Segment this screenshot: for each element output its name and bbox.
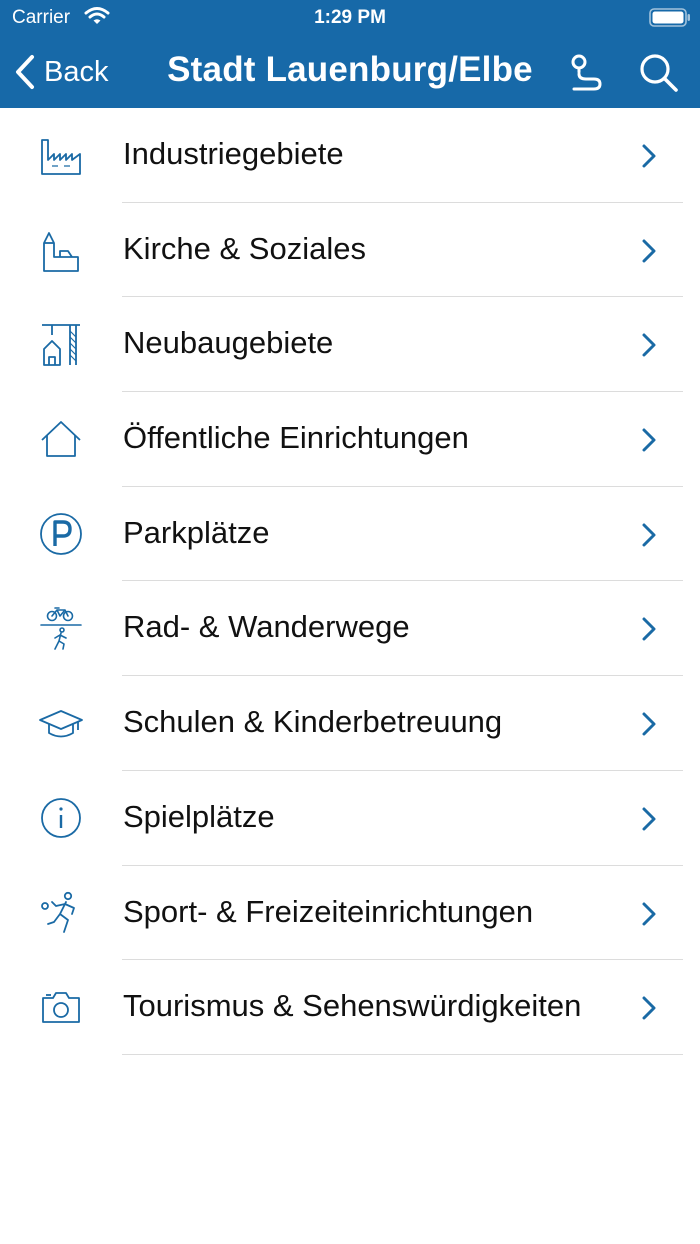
list-item-label: Tourismus & Sehenswürdigkeiten	[123, 988, 582, 1024]
list-item-neubaugebiete[interactable]: Neubaugebiete	[0, 297, 700, 393]
list-item-label: Öffentliche Einrichtungen	[123, 420, 469, 456]
list-item-label: Kirche & Soziales	[123, 230, 366, 266]
chevron-right-icon	[642, 239, 656, 263]
list-item-spielplaetze[interactable]: Spielplätze	[0, 771, 700, 866]
list-item-label: Industriegebiete	[123, 136, 344, 171]
list-item-label: Rad- & Wanderwege	[123, 609, 410, 645]
list-item-rad-wanderwege[interactable]: Rad- & Wanderwege	[0, 581, 700, 677]
list-item-schulen-kinderbetreuung[interactable]: Schulen & Kinderbetreuung	[0, 676, 700, 771]
category-list: Industriegebiete Kirche & Soziales Neuba…	[0, 108, 700, 1055]
chevron-right-icon	[642, 712, 656, 736]
graduation-cap-icon	[39, 710, 83, 738]
search-icon[interactable]	[636, 50, 680, 94]
house-icon	[41, 421, 81, 457]
list-item-oeffentliche-einrichtungen[interactable]: Öffentliche Einrichtungen	[0, 392, 700, 487]
status-bar: Carrier 1:29 PM	[0, 0, 700, 36]
chevron-right-icon	[642, 333, 656, 357]
chevron-right-icon	[642, 144, 656, 168]
info-icon	[41, 797, 81, 838]
camera-icon	[42, 992, 80, 1024]
navigation-header: Carrier 1:29 PM Back Stadt Lauenburg/Elb…	[0, 0, 700, 108]
church-icon	[43, 231, 79, 272]
chevron-right-icon	[642, 428, 656, 452]
status-time: 1:29 PM	[314, 7, 386, 28]
list-item-sport-freizeit[interactable]: Sport- & Freizeiteinrichtungen	[0, 866, 700, 961]
list-item-parkplaetze[interactable]: Parkplätze	[0, 487, 700, 582]
list-item-label: Parkplätze	[123, 514, 270, 550]
list-item-label: Sport- & Freizeiteinrichtungen	[123, 893, 534, 929]
list-item-tourismus[interactable]: Tourismus & Sehenswürdigkeiten	[0, 960, 700, 1055]
bike-hike-icon	[40, 607, 82, 651]
chevron-right-icon	[642, 617, 656, 641]
list-item-industriegebiete[interactable]: Industriegebiete	[0, 108, 700, 203]
chevron-right-icon	[642, 996, 656, 1020]
list-item-label: Neubaugebiete	[123, 325, 334, 361]
chevron-right-icon	[642, 807, 656, 831]
chevron-right-icon	[642, 902, 656, 925]
parking-icon	[40, 512, 82, 555]
crane-house-icon	[42, 324, 80, 367]
battery-icon	[649, 8, 690, 27]
list-item-label: Spielplätze	[123, 798, 275, 834]
chevron-right-icon	[642, 523, 656, 547]
factory-icon	[41, 139, 81, 175]
divider	[122, 1053, 683, 1055]
list-item-kirche-soziales[interactable]: Kirche & Soziales	[0, 203, 700, 298]
route-icon[interactable]	[566, 52, 606, 92]
list-item-label: Schulen & Kinderbetreuung	[123, 704, 503, 740]
runner-icon	[41, 891, 75, 933]
